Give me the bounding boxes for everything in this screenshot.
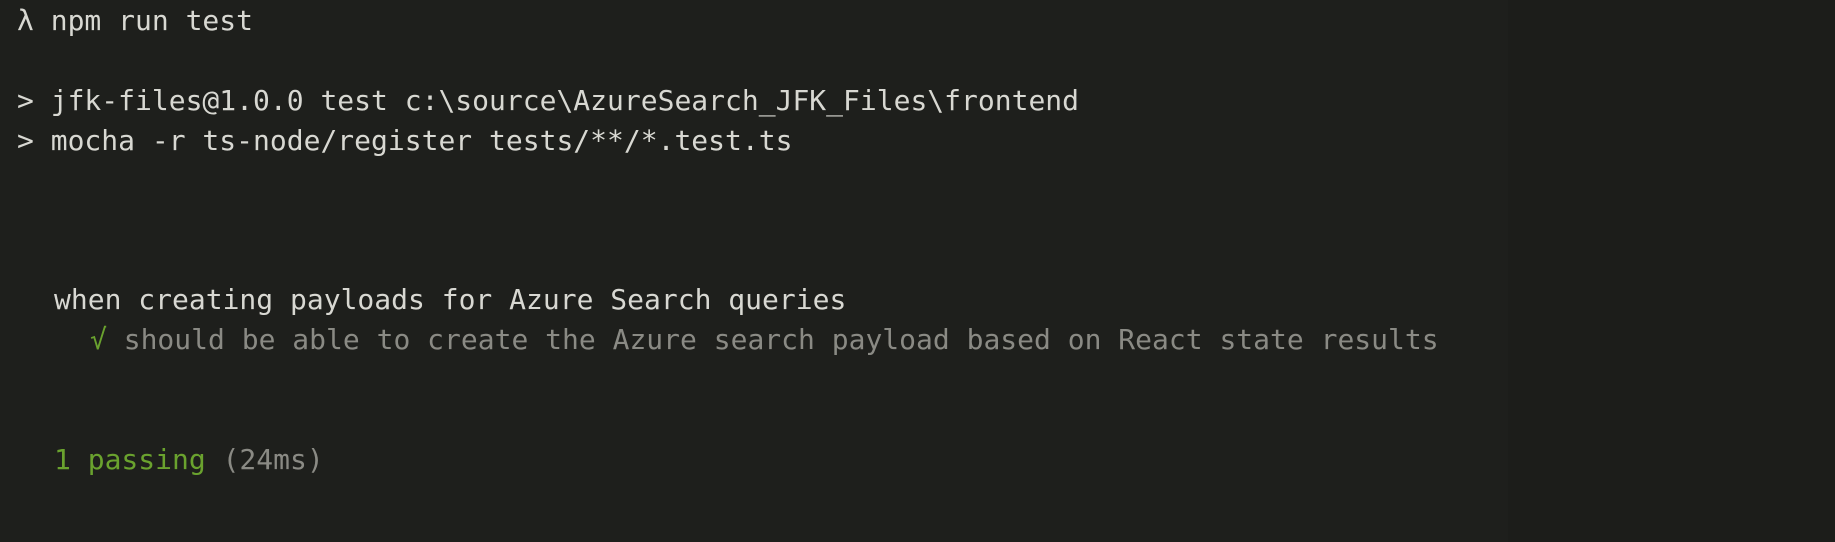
check-icon: √	[90, 323, 107, 356]
terminal-side-panel	[1508, 0, 1835, 542]
prompt-line: λ npm run test	[17, 1, 253, 41]
summary-line: 1 passing (24ms)	[54, 440, 324, 480]
suite-title: when creating payloads for Azure Search …	[54, 283, 847, 316]
test-line: √ should be able to create the Azure sea…	[90, 320, 1439, 360]
test-duration: (24ms)	[222, 443, 324, 476]
passing-count: 1 passing	[54, 443, 206, 476]
prompt-symbol: λ	[17, 4, 34, 37]
prompt-command: npm run test	[50, 4, 254, 37]
script-marker: >	[17, 124, 34, 157]
script-line: > mocha -r ts-node/register tests/**/*.t…	[17, 121, 792, 161]
script-text: jfk-files@1.0.0 test c:\source\AzureSear…	[50, 84, 1080, 117]
script-marker: >	[17, 84, 34, 117]
script-text: mocha -r ts-node/register tests/**/*.tes…	[50, 124, 793, 157]
script-line: > jfk-files@1.0.0 test c:\source\AzureSe…	[17, 81, 1079, 121]
test-title: should be able to create the Azure searc…	[123, 323, 1439, 356]
terminal-window[interactable]: λ npm run test > jfk-files@1.0.0 test c:…	[0, 0, 1835, 542]
